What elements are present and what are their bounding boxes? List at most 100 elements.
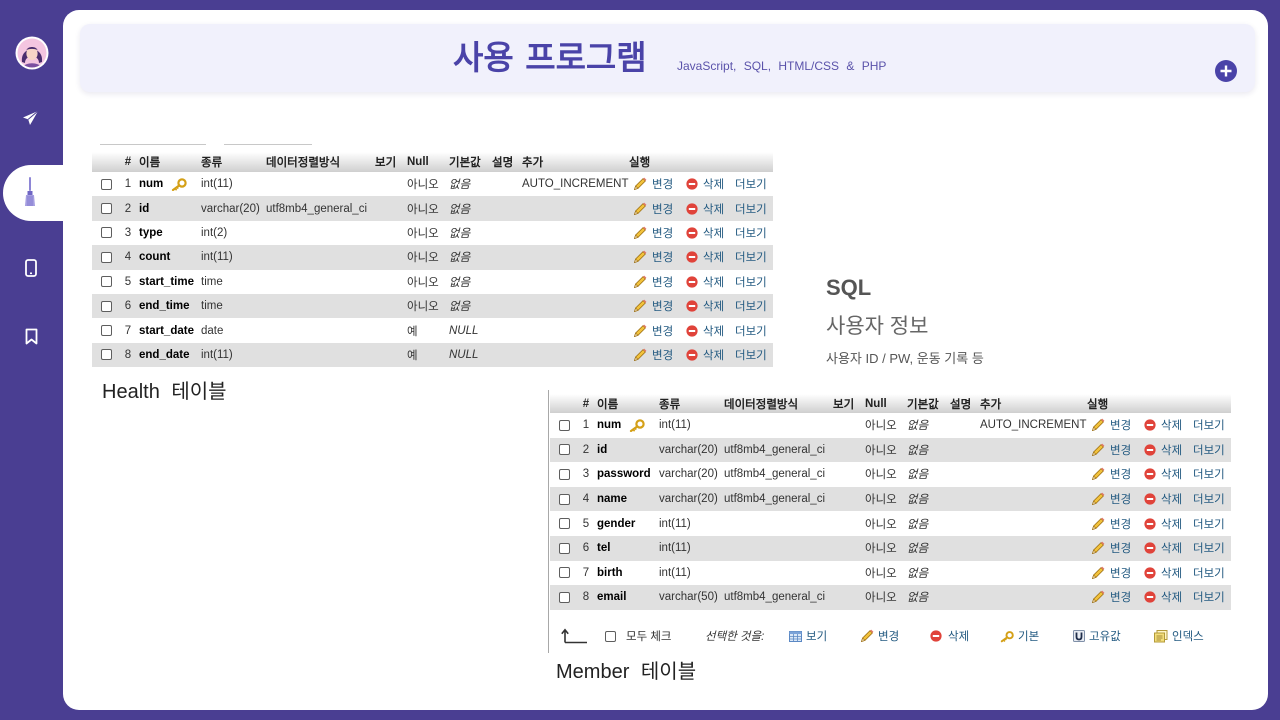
- edit-link[interactable]: 변경: [1091, 536, 1131, 561]
- edit-link[interactable]: 변경: [633, 343, 673, 367]
- index-icon: [1154, 629, 1168, 643]
- row-checkbox[interactable]: [558, 444, 570, 456]
- delete-link[interactable]: 삭제: [1144, 462, 1182, 487]
- row-checkbox[interactable]: [100, 349, 112, 361]
- delete-link[interactable]: 삭제: [686, 172, 724, 196]
- column-type: varchar(20): [659, 468, 718, 481]
- cell-name: gender: [594, 511, 656, 536]
- bulk-unique-button[interactable]: 고유값: [1073, 626, 1121, 646]
- edit-link[interactable]: 변경: [633, 245, 673, 269]
- sidebar-item-bookmarks[interactable]: [24, 327, 39, 345]
- delete-link[interactable]: 삭제: [686, 343, 724, 367]
- edit-link[interactable]: 변경: [633, 270, 673, 294]
- edit-link[interactable]: 변경: [1091, 462, 1131, 487]
- delete-link[interactable]: 삭제: [1144, 413, 1182, 438]
- cell-extra: [977, 536, 1084, 561]
- more-link[interactable]: 더보기: [1193, 438, 1225, 463]
- more-link[interactable]: 더보기: [735, 245, 767, 269]
- row-checkbox[interactable]: [100, 276, 112, 288]
- delete-link[interactable]: 삭제: [1144, 487, 1182, 512]
- cell-attributes: [372, 245, 404, 269]
- divider-line: [548, 390, 549, 653]
- more-link[interactable]: 더보기: [735, 343, 767, 367]
- row-actions: 변경 삭제 더보기: [1084, 561, 1231, 586]
- delete-link[interactable]: 삭제: [1144, 438, 1182, 463]
- delete-link[interactable]: 삭제: [686, 196, 724, 220]
- row-checkbox[interactable]: [100, 227, 112, 239]
- edit-label: 변경: [652, 276, 674, 289]
- edit-link[interactable]: 변경: [1091, 413, 1131, 438]
- sidebar-item-profile[interactable]: [15, 36, 49, 70]
- bulk-browse-button[interactable]: 보기: [789, 626, 827, 646]
- more-link[interactable]: 더보기: [735, 172, 767, 196]
- edit-link[interactable]: 변경: [633, 172, 673, 196]
- more-link[interactable]: 더보기: [735, 196, 767, 220]
- row-checkbox[interactable]: [558, 493, 570, 505]
- check-all-label[interactable]: 모두 체크: [626, 626, 672, 646]
- edit-link[interactable]: 변경: [633, 221, 673, 245]
- row-checkbox[interactable]: [100, 325, 112, 337]
- edit-link[interactable]: 변경: [1091, 561, 1131, 586]
- column-name: start_time: [139, 275, 194, 288]
- more-link[interactable]: 더보기: [1193, 561, 1225, 586]
- bulk-index-button[interactable]: 인덱스: [1154, 626, 1204, 646]
- delete-link[interactable]: 삭제: [686, 294, 724, 318]
- more-link[interactable]: 더보기: [1193, 413, 1225, 438]
- row-checkbox[interactable]: [558, 591, 570, 603]
- row-checkbox[interactable]: [558, 542, 570, 554]
- cell-null: 아니오: [862, 536, 904, 561]
- cell-extra: [977, 561, 1084, 586]
- delete-link[interactable]: 삭제: [686, 245, 724, 269]
- bulk-primary-button[interactable]: 기본: [1000, 626, 1039, 646]
- edit-link[interactable]: 변경: [1091, 438, 1131, 463]
- edit-link[interactable]: 변경: [633, 196, 673, 220]
- sidebar-item-programs[interactable]: [3, 165, 67, 221]
- sidebar-item-mobile[interactable]: [24, 258, 38, 278]
- row-checkbox[interactable]: [100, 300, 112, 312]
- column-type: int(11): [659, 517, 691, 530]
- delete-link[interactable]: 삭제: [1144, 585, 1182, 610]
- check-all-checkbox[interactable]: [605, 630, 616, 642]
- more-link[interactable]: 더보기: [735, 221, 767, 245]
- delete-link[interactable]: 삭제: [1144, 536, 1182, 561]
- add-button[interactable]: [1215, 60, 1237, 82]
- row-number: 8: [582, 591, 590, 604]
- delete-link[interactable]: 삭제: [686, 221, 724, 245]
- row-select-cell: [92, 343, 120, 367]
- delete-link[interactable]: 삭제: [1144, 561, 1182, 586]
- pencil-icon: [633, 324, 647, 338]
- bulk-delete-button[interactable]: 삭제: [930, 626, 969, 646]
- edit-link[interactable]: 변경: [1091, 511, 1131, 536]
- more-link[interactable]: 더보기: [1193, 487, 1225, 512]
- row-checkbox[interactable]: [558, 468, 570, 480]
- pencil-icon: [633, 202, 647, 216]
- sidebar-item-send[interactable]: [21, 109, 39, 127]
- more-link[interactable]: 더보기: [1193, 536, 1225, 561]
- edit-link[interactable]: 변경: [1091, 585, 1131, 610]
- delete-link[interactable]: 삭제: [1144, 511, 1182, 536]
- more-link[interactable]: 더보기: [735, 270, 767, 294]
- more-link[interactable]: 더보기: [735, 294, 767, 318]
- delete-label: 삭제: [1161, 543, 1183, 556]
- edit-link[interactable]: 변경: [633, 294, 673, 318]
- more-link[interactable]: 더보기: [1193, 511, 1225, 536]
- row-checkbox[interactable]: [558, 567, 570, 579]
- row-checkbox[interactable]: [100, 178, 112, 190]
- bulk-edit-button[interactable]: 변경: [860, 626, 899, 646]
- edit-link[interactable]: 변경: [1091, 487, 1131, 512]
- delete-label: 삭제: [703, 301, 725, 314]
- delete-link[interactable]: 삭제: [686, 270, 724, 294]
- delete-link[interactable]: 삭제: [686, 318, 724, 342]
- row-select-cell: [92, 221, 120, 245]
- more-link[interactable]: 더보기: [735, 318, 767, 342]
- cell-attributes: [372, 196, 404, 220]
- more-link[interactable]: 더보기: [1193, 585, 1225, 610]
- row-checkbox[interactable]: [558, 518, 570, 530]
- edit-link[interactable]: 변경: [633, 318, 673, 342]
- row-checkbox[interactable]: [558, 419, 570, 431]
- row-checkbox[interactable]: [100, 251, 112, 263]
- delete-label: 삭제: [703, 325, 725, 338]
- row-checkbox[interactable]: [100, 203, 112, 215]
- header-select-cell: [550, 394, 578, 413]
- more-link[interactable]: 더보기: [1193, 462, 1225, 487]
